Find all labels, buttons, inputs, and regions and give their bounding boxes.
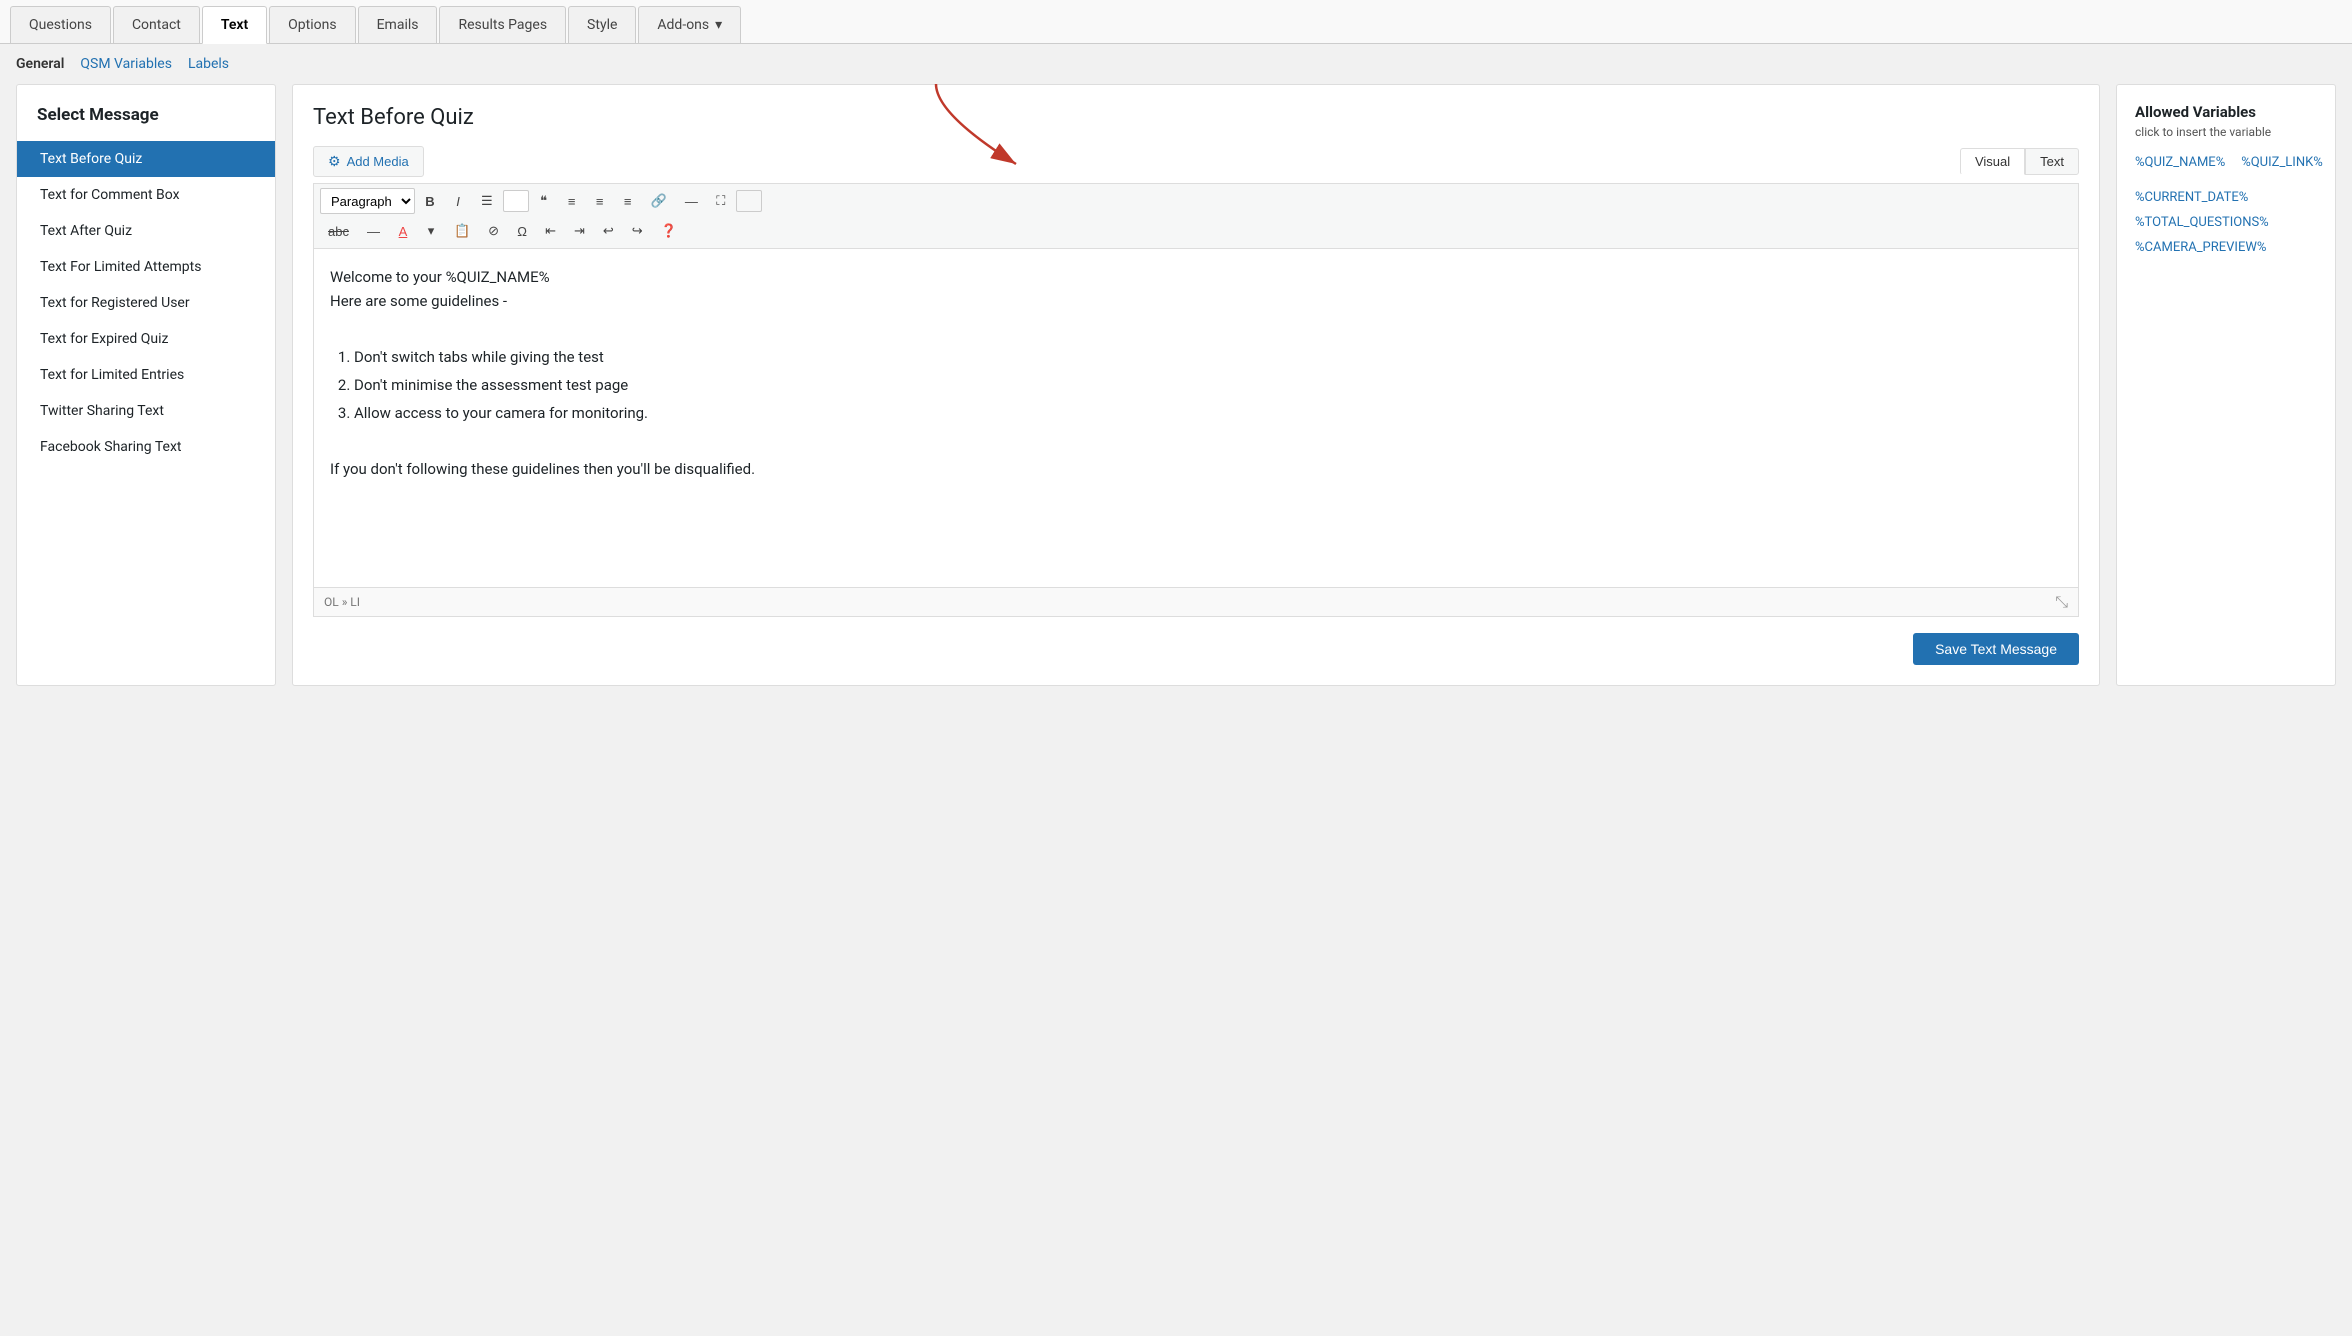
unordered-list-button[interactable]: ☰ [473,188,501,214]
sidebar-item-text-after-quiz[interactable]: Text After Quiz [17,213,275,249]
paragraph-select[interactable]: Paragraph Heading 1 Heading 2 Heading 3 [320,188,415,214]
editor-toolbar: Paragraph Heading 1 Heading 2 Heading 3 … [313,183,2079,248]
add-media-bar: ⚙ Add Media Visual Text [313,146,2079,177]
add-media-icon: ⚙ [328,153,341,170]
visual-tab[interactable]: Visual [1960,148,2025,175]
blockquote-button[interactable]: ❝ [531,188,557,214]
align-left-button[interactable]: ≡ [559,188,585,214]
toolbar-row-2: abc — A ▾ 📋 ⊘ Ω ⇤ ⇥ ↩ ↪ ❓ [320,218,2072,244]
unlink-button[interactable]: — [677,188,706,214]
text-color-button[interactable]: A [390,218,416,244]
subnav-qsm-variables[interactable]: QSM Variables [80,56,172,72]
allowed-variables-subtitle: click to insert the variable [2135,125,2317,139]
tab-add-ons[interactable]: Add-ons ▾ [638,6,741,43]
indent-button[interactable]: ⇥ [566,218,593,244]
variable-current-date[interactable]: %CURRENT_DATE% [2135,190,2317,205]
resize-handle[interactable]: ⤡ [2055,592,2068,612]
main-content: Select Message Text Before Quiz Text for… [0,84,2352,702]
sub-nav: General QSM Variables Labels [0,44,2352,84]
editor-content[interactable]: Welcome to your %QUIZ_NAME% Here are som… [313,248,2079,588]
variable-quiz-link[interactable]: %QUIZ_LINK% [2241,155,2323,170]
fullscreen-button[interactable]: ⛶ [708,188,734,214]
tab-contact[interactable]: Contact [113,6,200,43]
sidebar: Select Message Text Before Quiz Text for… [16,84,276,686]
sidebar-item-facebook-sharing-text[interactable]: Facebook Sharing Text [17,429,275,465]
sidebar-item-text-before-quiz[interactable]: Text Before Quiz [17,141,275,177]
allowed-variables-title: Allowed Variables [2135,103,2317,121]
sidebar-item-text-for-limited-entries[interactable]: Text for Limited Entries [17,357,275,393]
variable-quiz-name[interactable]: %QUIZ_NAME% [2135,155,2225,170]
editor-statusbar: OL » LI ⤡ [313,588,2079,617]
sidebar-title: Select Message [17,105,275,141]
variable-total-questions[interactable]: %TOTAL_QUESTIONS% [2135,215,2317,230]
outdent-button[interactable]: ⇤ [537,218,564,244]
save-btn-row: Save Text Message [313,633,2079,665]
variables-row-1: %QUIZ_NAME% %QUIZ_LINK% [2135,155,2317,180]
allowed-variables-panel: Allowed Variables click to insert the va… [2116,84,2336,686]
redo-button[interactable]: ↪ [624,218,651,244]
italic-button[interactable]: I [445,188,471,214]
bold-button[interactable]: B [417,188,443,214]
align-right-button[interactable]: ≡ [615,188,641,214]
tab-results-pages[interactable]: Results Pages [439,6,566,43]
clear-formatting-button[interactable]: ⊘ [480,218,507,244]
undo-button[interactable]: ↩ [595,218,622,244]
add-media-button[interactable]: ⚙ Add Media [313,146,424,177]
sidebar-item-text-for-registered-user[interactable]: Text for Registered User [17,285,275,321]
visual-text-tabs: Visual Text [1960,148,2079,175]
toolbar-row-1: Paragraph Heading 1 Heading 2 Heading 3 … [320,188,2072,214]
special-char-button[interactable]: Ω [509,218,535,244]
sidebar-item-text-for-limited-attempts[interactable]: Text For Limited Attempts [17,249,275,285]
sidebar-item-twitter-sharing-text[interactable]: Twitter Sharing Text [17,393,275,429]
editor-title: Text Before Quiz [313,105,2079,130]
dropdown-arrow-icon: ▾ [715,17,722,33]
sidebar-item-text-for-expired-quiz[interactable]: Text for Expired Quiz [17,321,275,357]
tab-emails[interactable]: Emails [358,6,438,43]
strikethrough-button[interactable]: abc [320,218,357,244]
tab-style[interactable]: Style [568,6,636,43]
tab-bar: Questions Contact Text Options Emails Re… [0,0,2352,44]
tab-options[interactable]: Options [269,6,355,43]
variable-camera-preview[interactable]: %CAMERA_PREVIEW% [2135,240,2317,255]
hr-button[interactable]: — [359,218,388,244]
more-options-button[interactable] [736,190,762,212]
text-tab[interactable]: Text [2025,148,2079,175]
help-button[interactable]: ❓ [653,218,685,244]
text-color-dropdown-button[interactable]: ▾ [418,218,444,244]
editor-path: OL » LI [324,595,360,609]
link-button[interactable]: 🔗 [643,188,675,214]
paste-from-word-button[interactable]: 📋 [446,218,478,244]
sidebar-item-text-for-comment-box[interactable]: Text for Comment Box [17,177,275,213]
editor-area: Text Before Quiz ⚙ Add Media Visual Text… [292,84,2100,686]
tab-text[interactable]: Text [202,6,267,44]
subnav-general[interactable]: General [16,56,64,72]
align-center-button[interactable]: ≡ [587,188,613,214]
save-text-message-button[interactable]: Save Text Message [1913,633,2079,665]
tab-questions[interactable]: Questions [10,6,111,43]
subnav-labels[interactable]: Labels [188,56,229,72]
color-box-button[interactable] [503,190,529,212]
